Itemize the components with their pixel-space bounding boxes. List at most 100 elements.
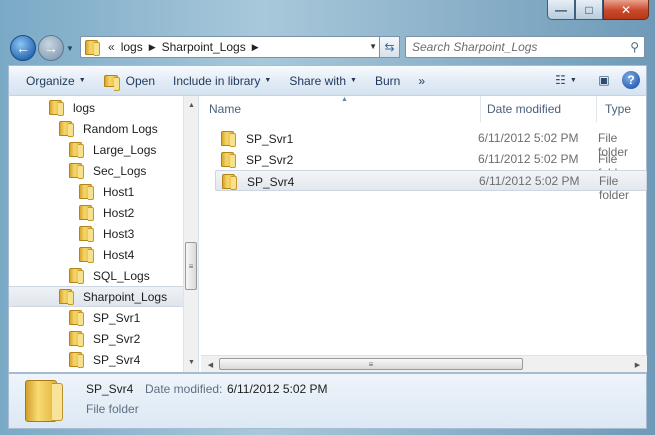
navigation-pane: logs Random Logs Large_Logs Sec_Logs Host1 Ho…: [9, 96, 199, 372]
tree-item[interactable]: SQL_Logs: [69, 265, 150, 286]
back-button[interactable]: ←: [10, 35, 36, 61]
scroll-up-icon[interactable]: ▲: [184, 98, 198, 113]
tree-item-label: SP_Svr4: [93, 352, 141, 367]
tree-item[interactable]: Sharpoint_Logs: [9, 286, 183, 307]
tree-item[interactable]: Large_Logs: [69, 139, 156, 160]
details-modified-label: Date modified:: [145, 382, 223, 396]
file-horizontal-scrollbar[interactable]: ◀ ≡ ▶: [201, 355, 647, 372]
close-button[interactable]: ✕: [603, 0, 649, 20]
details-modified-value: 6/11/2012 5:02 PM: [227, 382, 328, 396]
title-bar: — □ ✕: [0, 0, 655, 30]
preview-pane-button[interactable]: ▣: [594, 70, 614, 90]
tree-item[interactable]: logs: [49, 97, 95, 118]
file-date-modified: 6/11/2012 5:02 PM: [479, 174, 580, 188]
dropdown-caret-icon: ▼: [569, 76, 577, 84]
recent-pages-dropdown[interactable]: ▼: [66, 44, 74, 53]
tree-item-label: Sharpoint_Logs: [83, 289, 168, 304]
scroll-thumb[interactable]: ≡: [185, 242, 197, 290]
folder-icon: [79, 205, 94, 221]
command-toolbar: Organize ▼ Open Include in library ▼ Sha…: [8, 65, 647, 95]
column-name-label: Name: [209, 102, 242, 116]
tree-item[interactable]: SP_Svr4: [69, 349, 140, 370]
more-label: »: [418, 73, 425, 88]
tree-item[interactable]: SP_Svr1: [69, 307, 140, 328]
nav-vertical-scrollbar[interactable]: ▲ ≡ ▼: [183, 96, 198, 372]
minimize-button[interactable]: —: [547, 0, 575, 20]
change-view-button[interactable]: ☷ ▼: [555, 70, 577, 90]
folder-icon: [59, 121, 74, 137]
tree-item-label: Sec_Logs: [93, 163, 147, 178]
tree-item-label: Host4: [103, 247, 135, 262]
window-controls: — □ ✕: [547, 0, 649, 20]
refresh-button[interactable]: ⇆: [379, 36, 400, 58]
tree-item-label: Large_Logs: [93, 142, 157, 157]
view-list-icon: ☷: [555, 73, 566, 87]
tree-item[interactable]: Host2: [79, 202, 134, 223]
burn-label: Burn: [374, 73, 401, 88]
include-in-library-button[interactable]: Include in library ▼: [164, 66, 280, 95]
file-row[interactable]: SP_Svr26/11/2012 5:02 PMFile folder: [215, 149, 647, 180]
organize-button[interactable]: Organize ▼: [9, 66, 95, 95]
folder-icon: [85, 39, 100, 56]
folder-icon: [69, 163, 84, 179]
details-pane: SP_Svr4 Date modified: 6/11/2012 5:02 PM…: [8, 373, 647, 429]
file-name-cell: SP_Svr1: [221, 131, 294, 147]
folder-icon: [69, 310, 84, 326]
folder-icon: [79, 184, 94, 200]
forward-button[interactable]: →: [38, 35, 64, 61]
dropdown-caret-icon: ▼: [350, 77, 357, 84]
more-commands-button[interactable]: »: [409, 66, 434, 95]
search-icon[interactable]: ⚲: [630, 40, 639, 54]
folder-icon: [69, 268, 84, 284]
folder-icon: [59, 289, 74, 305]
breadcrumb-separator-icon[interactable]: ▶: [252, 42, 259, 53]
burn-button[interactable]: Burn: [366, 66, 409, 95]
search-placeholder: Search Sharpoint_Logs: [412, 40, 538, 54]
file-row[interactable]: SP_Svr1 6/11/2012 5:02 PM File folder: [215, 128, 647, 159]
folder-icon: [79, 226, 94, 242]
tree-item[interactable]: Host4: [79, 244, 134, 265]
column-header-type[interactable]: Type: [597, 96, 647, 122]
scroll-left-icon[interactable]: ◀: [203, 357, 218, 372]
column-date-label: Date modified: [487, 102, 562, 116]
file-name-cell: SP_Svr2: [221, 152, 293, 168]
folder-icon: [222, 174, 237, 190]
tree-item[interactable]: Host1: [79, 181, 134, 202]
file-name: SP_Svr1: [246, 131, 294, 146]
folder-icon: [49, 100, 64, 116]
scroll-right-icon[interactable]: ▶: [630, 357, 645, 372]
folder-icon: [25, 380, 63, 422]
address-dropdown-icon[interactable]: ▼: [369, 42, 377, 51]
preview-pane-icon: ▣: [598, 73, 610, 87]
share-with-button[interactable]: Share with ▼: [280, 66, 366, 95]
breadcrumb-logs[interactable]: logs: [121, 40, 143, 54]
address-overflow[interactable]: «: [108, 40, 115, 54]
tree-item-label: logs: [73, 100, 96, 115]
open-label: Open: [125, 73, 155, 88]
column-header-date-modified[interactable]: Date modified: [479, 96, 597, 122]
breadcrumb-separator-icon[interactable]: ▶: [149, 42, 156, 53]
breadcrumb-sharpoint-logs[interactable]: Sharpoint_Logs: [162, 40, 246, 54]
folder-icon: [79, 247, 94, 263]
search-input[interactable]: Search Sharpoint_Logs ⚲: [405, 36, 645, 58]
scroll-thumb[interactable]: ≡: [219, 358, 523, 370]
refresh-icon: ⇆: [384, 40, 395, 54]
tree-item[interactable]: Sec_Logs: [69, 160, 146, 181]
tree-item[interactable]: SP_Svr2: [69, 328, 140, 349]
column-type-label: Type: [605, 102, 632, 116]
tree-item[interactable]: Random Logs: [59, 118, 158, 139]
address-bar[interactable]: « logs ▶ Sharpoint_Logs ▶ ▼ ⇆: [80, 36, 400, 58]
tree-item[interactable]: Host3: [79, 223, 134, 244]
tree-item-label: SP_Svr1: [93, 310, 141, 325]
dropdown-caret-icon: ▼: [264, 77, 272, 84]
file-row[interactable]: SP_Svr4 6/11/2012 5:02 PM File folder: [215, 170, 647, 202]
open-folder-icon: [103, 74, 120, 91]
tree-item-label: Host3: [103, 226, 135, 241]
open-button[interactable]: Open: [95, 66, 164, 95]
help-icon[interactable]: ?: [622, 71, 640, 89]
scroll-down-icon[interactable]: ▼: [184, 355, 198, 370]
maximize-button[interactable]: □: [575, 0, 603, 20]
details-type: File folder: [86, 402, 139, 416]
folder-icon: [221, 152, 236, 168]
folder-icon: [69, 331, 84, 347]
